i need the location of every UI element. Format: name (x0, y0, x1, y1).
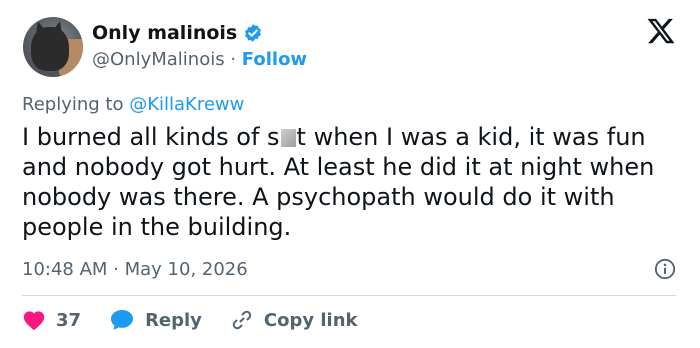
copy-link-label: Copy link (263, 309, 358, 331)
heart-icon (23, 311, 45, 331)
action-bar: 37 Reply Copy link (22, 308, 386, 332)
copy-link-button[interactable]: Copy link (230, 308, 358, 332)
follow-button[interactable]: Follow (242, 49, 307, 70)
replying-to-prefix: Replying to (22, 94, 130, 115)
replying-to-mention[interactable]: @KillaKreww (129, 94, 244, 115)
link-icon (232, 310, 252, 330)
tweet-text: I burned all kinds of st when I was a ki… (22, 122, 682, 242)
info-icon[interactable] (654, 258, 676, 280)
like-button[interactable]: 37 (22, 309, 81, 331)
author-handle-line: @OnlyMalinois · Follow (92, 49, 307, 70)
author-name-row[interactable]: Only malinois (92, 22, 263, 44)
author-handle[interactable]: @OnlyMalinois (92, 49, 225, 70)
reply-label: Reply (145, 309, 202, 331)
verified-badge-icon (245, 24, 262, 42)
avatar-dog (31, 27, 69, 71)
like-count: 37 (56, 309, 82, 331)
divider (22, 295, 676, 296)
x-logo-icon[interactable] (646, 16, 676, 46)
redaction-block (280, 129, 296, 147)
reply-bubble-icon (111, 310, 134, 330)
reply-button[interactable]: Reply (109, 308, 202, 332)
replying-to: Replying to @KillaKreww (22, 94, 244, 115)
avatar[interactable] (23, 17, 83, 77)
author-display-name[interactable]: Only malinois (92, 22, 237, 44)
handle-separator: · (230, 49, 237, 70)
tweet-text-part1: I burned all kinds of s (22, 123, 280, 151)
tweet-timestamp[interactable]: 10:48 AM · May 10, 2026 (22, 259, 248, 280)
